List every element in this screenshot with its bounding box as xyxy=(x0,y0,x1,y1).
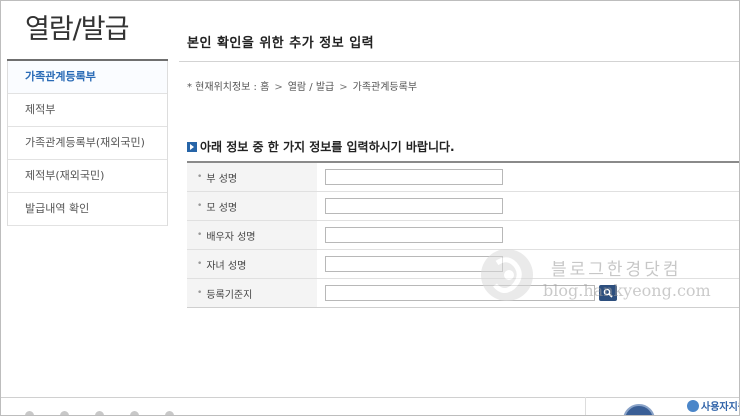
watermark-text: 블로그한경닷컴 xyxy=(551,260,682,280)
blog-logo-icon xyxy=(481,249,533,301)
sidebar-item-family-register[interactable]: 가족관계등록부 xyxy=(8,61,167,94)
blog-watermark: 블로그한경닷컴 blog.hankyeong.com xyxy=(479,247,739,307)
sidebar-item-issuance-history[interactable]: 발급내역 확인 xyxy=(8,193,167,226)
bullet-icon: • xyxy=(197,230,203,240)
form-label: • 등록기준지 xyxy=(187,279,317,307)
spouse-name-input[interactable] xyxy=(325,227,503,243)
footer-bullet-icon xyxy=(130,410,139,415)
arrow-right-icon xyxy=(187,141,197,152)
form-label: • 자녀 성명 xyxy=(187,250,317,278)
label-mother-name: 모 성명 xyxy=(206,202,238,214)
footer-bullet-icon xyxy=(60,410,69,415)
footer-link[interactable] xyxy=(165,409,178,415)
form-row-mother: • 모 성명 xyxy=(187,192,739,221)
breadcrumb-home[interactable]: 홈 xyxy=(260,82,269,93)
page-title: 본인 확인을 위한 추가 정보 입력 xyxy=(187,36,375,51)
footer-bullet-icon xyxy=(95,410,104,415)
sidebar-item-removed-register[interactable]: 제적부 xyxy=(8,94,167,127)
bullet-icon: • xyxy=(197,172,203,182)
bullet-icon: • xyxy=(197,259,203,269)
breadcrumb-separator: > xyxy=(274,82,283,93)
breadcrumb-view-issue[interactable]: 열람 / 발급 xyxy=(288,82,335,93)
breadcrumb-family-register[interactable]: 가족관계등록부 xyxy=(353,82,417,93)
label-registration-base: 등록기준지 xyxy=(206,289,253,301)
help-icon xyxy=(687,399,699,412)
sidebar: 열람/발급 가족관계등록부 제적부 가족관계등록부(재외국민) 제적부(재외국민… xyxy=(7,1,168,226)
footer-link[interactable] xyxy=(25,409,38,415)
father-name-input[interactable] xyxy=(325,169,503,185)
form-label: • 부 성명 xyxy=(187,163,317,191)
footer-bullet-icon xyxy=(25,410,34,415)
user-support-label: 사용자지원 xyxy=(701,402,739,413)
footer-link[interactable] xyxy=(130,409,143,415)
watermark-url: blog.hankyeong.com xyxy=(543,281,711,300)
footer-link[interactable] xyxy=(95,409,108,415)
bullet-icon: • xyxy=(197,201,203,211)
court-seal-icon xyxy=(623,404,655,415)
user-support-link[interactable]: 사용자지원 xyxy=(687,398,739,413)
title-divider xyxy=(179,61,739,62)
bullet-icon: • xyxy=(197,288,203,298)
footer-divider xyxy=(1,397,739,398)
sidebar-item-removed-register-overseas[interactable]: 제적부(재외국민) xyxy=(8,160,167,193)
breadcrumb-separator: > xyxy=(339,82,348,93)
sidebar-title: 열람/발급 xyxy=(7,1,168,61)
breadcrumb: * 현재위치정보 : 홈 > 열람 / 발급 > 가족관계등록부 xyxy=(187,78,417,93)
section-heading-text: 아래 정보 중 한 가지 정보를 입력하시기 바랍니다. xyxy=(200,140,455,154)
breadcrumb-prefix: * 현재위치정보 : xyxy=(187,82,261,93)
footer-bullet-icon xyxy=(165,410,174,415)
footer-vertical-divider xyxy=(585,397,586,415)
sidebar-item-family-register-overseas[interactable]: 가족관계등록부(재외국민) xyxy=(8,127,167,160)
child-name-input[interactable] xyxy=(325,256,503,272)
label-father-name: 부 성명 xyxy=(206,173,238,185)
form-row-spouse: • 배우자 성명 xyxy=(187,221,739,250)
form-label: • 배우자 성명 xyxy=(187,221,317,249)
form-label: • 모 성명 xyxy=(187,192,317,220)
section-heading: 아래 정보 중 한 가지 정보를 입력하시기 바랍니다. xyxy=(187,138,455,155)
page-frame: 열람/발급 가족관계등록부 제적부 가족관계등록부(재외국민) 제적부(재외국민… xyxy=(0,0,740,416)
footer-links xyxy=(25,409,615,415)
form-row-father: • 부 성명 xyxy=(187,163,739,192)
sidebar-menu: 가족관계등록부 제적부 가족관계등록부(재외국민) 제적부(재외국민) 발급내역… xyxy=(7,61,168,226)
label-spouse-name: 배우자 성명 xyxy=(206,231,256,243)
mother-name-input[interactable] xyxy=(325,198,503,214)
label-child-name: 자녀 성명 xyxy=(206,260,247,272)
footer-link[interactable] xyxy=(60,409,73,415)
